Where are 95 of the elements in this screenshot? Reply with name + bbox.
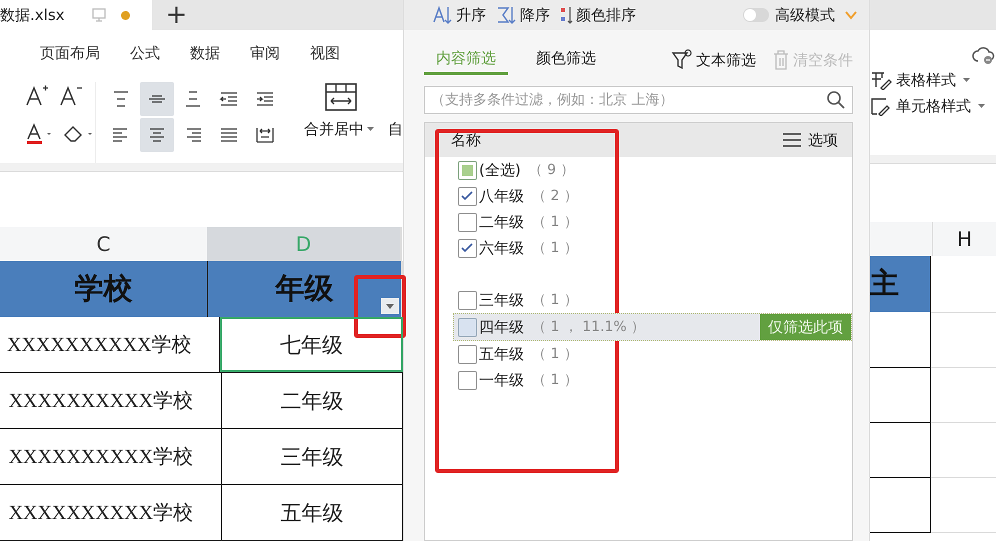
item-count: （ 1 ） [532, 213, 578, 231]
table-brush-icon [870, 70, 892, 90]
search-icon[interactable] [826, 90, 846, 110]
item-label: 一年级 [479, 370, 524, 390]
table-cell [870, 367, 931, 423]
caret-icon [386, 304, 394, 308]
item-label: 二年级 [479, 212, 524, 232]
font-color-icon[interactable] [24, 122, 54, 146]
item-count: （ 1 ） [532, 291, 578, 309]
font-grow-icon[interactable] [24, 84, 50, 108]
sort-descending-button[interactable]: 降序 [496, 5, 550, 25]
table-cell: XXXXXXXXXX学校 [0, 317, 220, 372]
caret-icon [963, 78, 970, 82]
item-count: （ 1 ） [532, 239, 578, 257]
merge-center-button[interactable]: 合并居中 [304, 120, 374, 139]
item-count: （ 9 ） [528, 161, 575, 179]
header-text: 年级 [276, 272, 334, 307]
checkbox[interactable] [458, 160, 477, 180]
trash-icon [772, 49, 790, 71]
table-cell [870, 422, 931, 478]
list-header-label: 名称 [451, 130, 481, 150]
menu-tab[interactable]: 公式 [130, 44, 160, 64]
item-label: 五年级 [479, 344, 524, 364]
font-shrink-icon[interactable] [58, 84, 84, 108]
file-tab[interactable]: 数据.xlsx [0, 0, 152, 30]
text-filter-button[interactable]: 文本筛选 [671, 49, 756, 71]
cell-style-button[interactable]: 单元格样式 [870, 96, 985, 116]
header-cell: 主 [870, 256, 931, 312]
table-cell: XXXXXXXXXX学校 [0, 485, 222, 540]
item-label: 三年级 [479, 290, 524, 310]
table-cell [870, 477, 931, 533]
table-cell: XXXXXXXXXX学校 [0, 429, 222, 484]
item-count: （ 1 ） [532, 371, 578, 389]
header-text: 学校 [74, 272, 132, 307]
menu-tab[interactable]: 数据 [190, 44, 220, 64]
filter-list-item[interactable]: 四年级 （ 1 ， 11.1% ） 仅筛选此项 [453, 313, 852, 341]
search-field[interactable]: （支持多条件过滤，例如：北京 上海） [424, 86, 853, 114]
align-distribute-icon [254, 126, 276, 144]
options-button[interactable]: 选项 [782, 130, 838, 150]
item-label: (全选) [479, 160, 521, 180]
sort-descending-icon [496, 5, 518, 25]
color-sort-button[interactable]: 颜色排序 [560, 5, 636, 25]
checkbox[interactable] [458, 238, 477, 258]
align-justify-icon [218, 126, 240, 144]
funnel-icon [671, 49, 693, 71]
table-style-button[interactable]: 表格样式 [870, 70, 970, 90]
checkbox[interactable] [458, 318, 477, 336]
column-header[interactable]: C [0, 227, 207, 261]
filter-list-item[interactable]: 六年级 （ 1 ） [425, 235, 852, 261]
menu-icon [782, 132, 802, 148]
checkbox[interactable] [458, 212, 477, 232]
item-label: 六年级 [479, 238, 524, 258]
filter-list-item[interactable]: 二年级 （ 1 ） [425, 209, 852, 235]
filter-list-item[interactable]: 五年级 （ 1 ） [425, 341, 852, 367]
cloud-icon[interactable] [972, 45, 996, 65]
item-count: （ 2 ） [532, 187, 578, 205]
advanced-mode-toggle[interactable] [743, 8, 769, 22]
check-icon [460, 188, 474, 202]
item-count: （ 1 ） [532, 345, 578, 363]
advanced-mode-label: 高级模式 [775, 6, 835, 24]
menu-tab[interactable]: 页面布局 [40, 44, 100, 64]
item-label: 八年级 [479, 186, 524, 206]
filter-list-item[interactable]: 一年级 （ 1 ） [425, 367, 852, 393]
checkbox[interactable] [458, 290, 477, 310]
align-indent-icon [254, 90, 276, 108]
item-label: 四年级 [479, 318, 524, 336]
column-header[interactable]: H [932, 222, 996, 256]
align-center-button[interactable] [140, 118, 174, 152]
check-icon [460, 240, 474, 254]
filter-dropdown-button[interactable] [381, 298, 399, 314]
caret-icon [367, 127, 374, 132]
wrap-text-label[interactable]: 自 [388, 120, 403, 139]
checkbox[interactable] [458, 186, 477, 206]
table-cell: XXXXXXXXXX学校 [0, 373, 222, 428]
sort-ascending-icon [432, 5, 454, 25]
item-count: （ 1 ， 11.1% ） [532, 318, 646, 336]
caret-icon [978, 104, 985, 108]
color-sort-icon [560, 5, 574, 25]
menu-tab[interactable]: 审阅 [250, 44, 280, 64]
align-middle-button[interactable] [140, 82, 174, 116]
checkbox[interactable] [458, 344, 477, 364]
sort-ascending-button[interactable]: 升序 [432, 5, 486, 25]
table-cell: 七年级 [220, 317, 403, 372]
align-outdent-icon [218, 90, 240, 108]
table-cell [870, 312, 931, 368]
file-tab-label: 数据.xlsx [0, 6, 65, 24]
checkbox[interactable] [458, 370, 477, 390]
cell-brush-icon [870, 96, 892, 116]
filter-list-item[interactable]: 八年级 （ 2 ） [425, 183, 852, 209]
filter-tab[interactable]: 颜色筛选 [524, 45, 608, 75]
filter-list-item[interactable]: 三年级 （ 1 ） [425, 287, 852, 313]
menu-tab[interactable]: 视图 [310, 44, 340, 64]
filter-list-item[interactable]: (全选) （ 9 ） [425, 157, 852, 183]
new-tab-button[interactable]: + [166, 2, 188, 28]
merge-cells-icon[interactable] [324, 82, 358, 112]
